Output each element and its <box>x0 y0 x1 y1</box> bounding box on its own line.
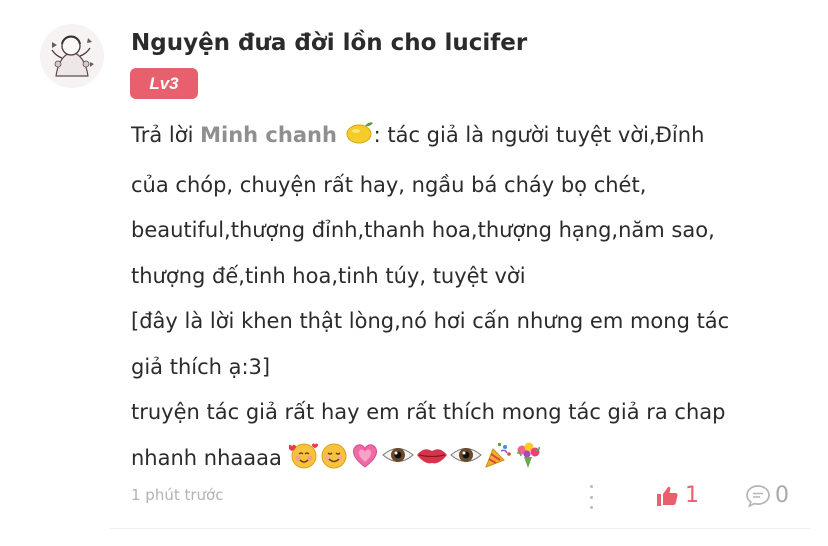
reply-button[interactable]: 0 <box>745 483 789 508</box>
growing-heart-icon <box>349 440 381 486</box>
comment-text: : tác giả là người tuyệt vời,Đỉnh <box>373 123 705 147</box>
comment-line: giả thích ạ:3] <box>131 354 271 379</box>
eye-icon <box>381 440 415 486</box>
comment-line: thượng đế,tinh hoa,tinh túy, tuyệt vời <box>131 263 526 288</box>
party-popper-icon <box>483 440 513 486</box>
timestamp: 1 phút trước <box>131 486 224 504</box>
comment-line: của chóp, chuyện rất hay, ngầu bá cháy b… <box>131 172 647 197</box>
more-options-icon[interactable] <box>583 485 599 509</box>
emoji-row <box>282 442 543 470</box>
avatar-illustration <box>40 24 104 88</box>
username[interactable]: Nguyện đưa đời lồn cho lucifer <box>131 30 527 56</box>
comment-line: nhanh nhaaaa <box>131 436 801 486</box>
reply-prefix: Trả lời <box>131 123 201 147</box>
smiling-face-with-hearts-icon <box>287 440 319 486</box>
level-badge: Lv3 <box>130 68 198 99</box>
lemon-icon <box>344 117 374 163</box>
comment-line: beautiful,thượng đỉnh,thanh hoa,thượng h… <box>131 218 715 242</box>
reply-count: 0 <box>775 483 789 508</box>
comment-line: truyện tác giả rất hay em rất thích mong… <box>131 400 726 424</box>
divider <box>110 528 810 529</box>
comment-bubble-icon <box>746 484 770 508</box>
comment-body: Trả lời Minh chanh : tác giả là người tu… <box>131 113 801 485</box>
comment-line: Trả lời Minh chanh : tác giả là người tu… <box>131 113 801 163</box>
comment-text: nhanh nhaaaa <box>131 445 282 470</box>
thumbs-up-icon <box>657 486 678 506</box>
eye-icon <box>449 440 483 486</box>
like-button[interactable]: 1 <box>655 483 699 508</box>
like-count: 1 <box>685 483 699 508</box>
bouquet-icon <box>513 440 543 486</box>
smiling-face-icon <box>319 440 349 486</box>
comment-line: [đây là lời khen thật lòng,nó hơi cấn nh… <box>131 309 730 333</box>
mention-link[interactable]: Minh chanh <box>200 123 337 147</box>
lips-icon <box>415 440 449 486</box>
avatar[interactable] <box>40 24 104 88</box>
